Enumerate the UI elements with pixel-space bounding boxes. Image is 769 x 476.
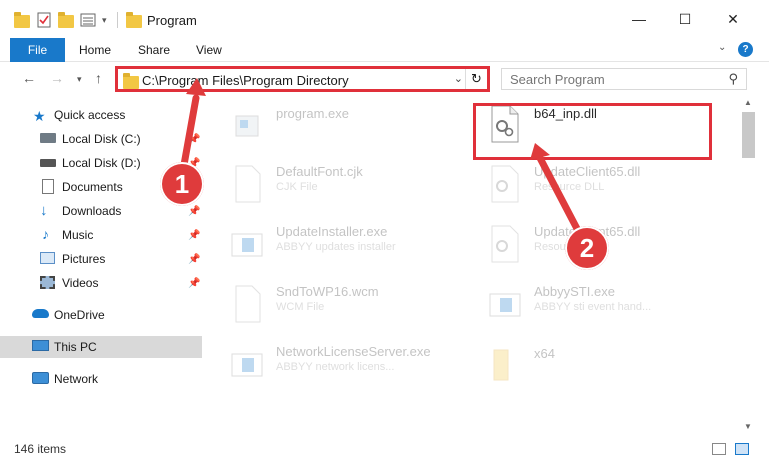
vertical-scrollbar[interactable]: ▲ ▼ <box>740 96 757 436</box>
status-bar: 146 items <box>0 436 769 476</box>
scroll-up-icon[interactable]: ▲ <box>744 98 752 107</box>
item-count: 146 items <box>14 442 67 456</box>
details-view-icon[interactable] <box>712 443 726 455</box>
annotation-badge-1: 1 <box>160 162 204 206</box>
annotation-arrows <box>178 78 589 248</box>
arrow-2-head <box>530 143 550 160</box>
arrow-1-head <box>186 78 206 96</box>
large-icons-view-icon[interactable] <box>735 443 749 455</box>
annotation-badge-2: 2 <box>565 226 609 270</box>
scroll-down-icon[interactable]: ▼ <box>744 422 752 431</box>
scrollbar-thumb[interactable] <box>742 112 755 158</box>
